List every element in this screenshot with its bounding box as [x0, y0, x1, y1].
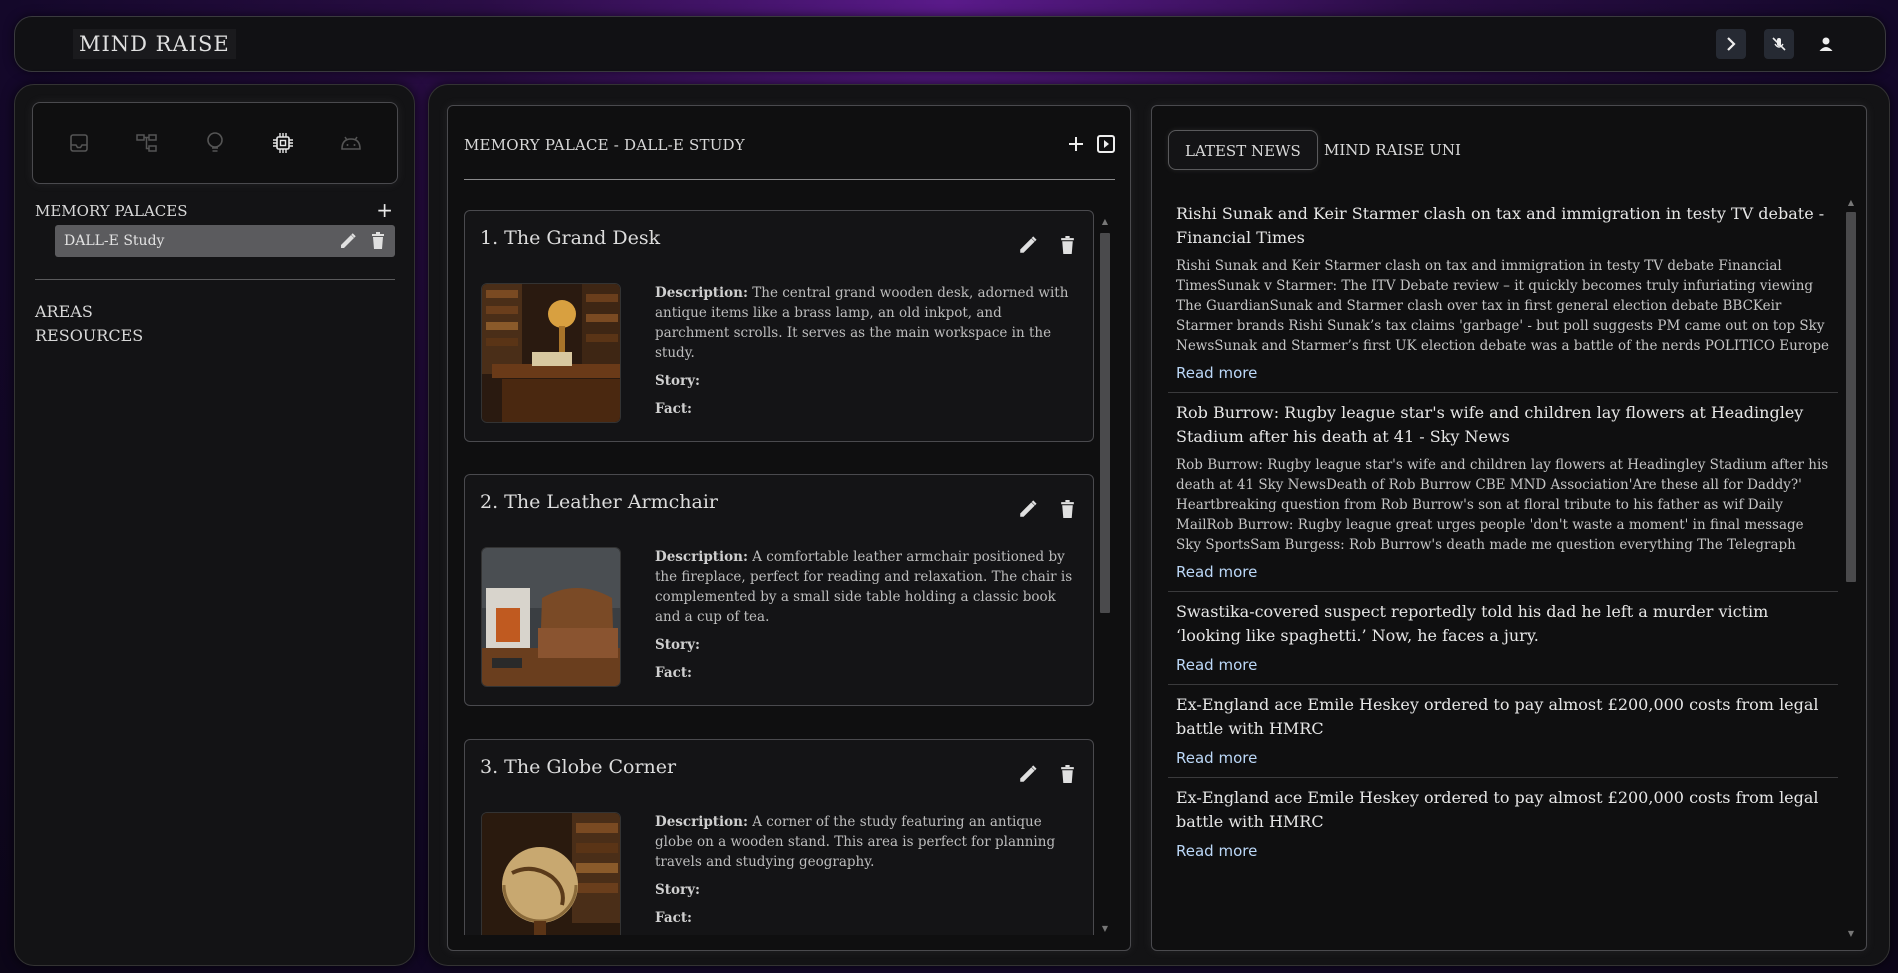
news-panel: LATEST NEWS MIND RAISE UNI Rishi Sunak a…	[1151, 105, 1867, 951]
news-item: Rishi Sunak and Keir Starmer clash on ta…	[1168, 194, 1838, 393]
tab-latest-news[interactable]: LATEST NEWS	[1168, 130, 1318, 170]
description-label: Description:	[655, 549, 748, 565]
fact-label: Fact:	[655, 910, 693, 926]
sidebar-divider	[35, 279, 395, 280]
locus-image-leather-armchair	[481, 547, 621, 687]
news-desc: Rob Burrow: Rugby league star's wife and…	[1176, 457, 1829, 553]
description-label: Description:	[655, 814, 748, 830]
edit-icon[interactable]	[1018, 235, 1038, 255]
android-icon[interactable]	[338, 130, 364, 156]
news-scrollbar[interactable]: ▲ ▼	[1844, 198, 1856, 938]
tab-mind-raise-uni[interactable]: MIND RAISE UNI	[1308, 130, 1477, 170]
locus-details: Description: The central grand wooden de…	[655, 283, 1075, 419]
delete-icon[interactable]	[1060, 764, 1075, 784]
chip-icon[interactable]	[270, 130, 296, 156]
delete-icon[interactable]	[1060, 499, 1075, 519]
locus-image-grand-desk	[481, 283, 621, 423]
news-item: Rob Burrow: Rugby league star's wife and…	[1168, 393, 1838, 592]
add-palace-button[interactable]: +	[376, 198, 393, 222]
news-desc: Rishi Sunak and Keir Starmer clash on ta…	[1176, 258, 1829, 354]
scroll-down-icon[interactable]: ▼	[1100, 924, 1110, 933]
read-more-link[interactable]: Read more	[1176, 656, 1830, 674]
news-item: Ex-England ace Emile Heskey ordered to p…	[1168, 778, 1838, 870]
story-label: Story:	[655, 637, 700, 653]
news-title: Rishi Sunak and Keir Starmer clash on ta…	[1176, 204, 1825, 247]
memory-palaces-label: MEMORY PALACES	[35, 202, 188, 220]
sidebar-icon-bar	[32, 102, 398, 184]
palace-toolbar	[1068, 134, 1116, 154]
news-title: Ex-England ace Emile Heskey ordered to p…	[1176, 695, 1819, 738]
edit-icon[interactable]	[1018, 764, 1038, 784]
read-more-link[interactable]: Read more	[1176, 842, 1830, 860]
locus-title: 2. The Leather Armchair	[480, 491, 718, 513]
delete-icon[interactable]	[371, 232, 385, 250]
memory-palace-panel: MEMORY PALACE - DALL-E STUDY 1. The Gran…	[447, 105, 1131, 951]
news-item: Ex-England ace Emile Heskey ordered to p…	[1168, 685, 1838, 778]
sidebar-item-resources[interactable]: RESOURCES	[35, 326, 143, 345]
fact-label: Fact:	[655, 665, 693, 681]
palace-divider	[464, 179, 1115, 180]
read-more-link[interactable]: Read more	[1176, 563, 1830, 581]
scroll-up-icon[interactable]: ▲	[1100, 217, 1110, 226]
inbox-icon[interactable]	[66, 130, 92, 156]
palace-title: MEMORY PALACE - DALL-E STUDY	[464, 136, 745, 154]
scroll-thumb[interactable]	[1100, 233, 1110, 613]
sidebar-item-areas[interactable]: AREAS	[35, 302, 93, 321]
user-icon[interactable]	[1811, 29, 1841, 59]
locus-card: 1. The Grand Desk Description: The centr…	[464, 210, 1094, 442]
edit-icon[interactable]	[339, 232, 357, 250]
locus-details: Description: A corner of the study featu…	[655, 812, 1075, 928]
chevron-right-icon[interactable]	[1716, 29, 1746, 59]
locus-card: 3. The Globe Corner Description: A corne…	[464, 739, 1094, 935]
tree-icon[interactable]	[134, 130, 160, 156]
scroll-down-icon[interactable]: ▼	[1846, 929, 1856, 938]
play-box-icon[interactable]	[1096, 134, 1116, 154]
scroll-up-icon[interactable]: ▲	[1846, 198, 1856, 207]
main-area: MEMORY PALACE - DALL-E STUDY 1. The Gran…	[428, 84, 1890, 966]
read-more-link[interactable]: Read more	[1176, 364, 1830, 382]
news-item: Swastika-covered suspect reportedly told…	[1168, 592, 1838, 685]
bulb-icon[interactable]	[202, 130, 228, 156]
scroll-thumb[interactable]	[1846, 212, 1856, 582]
sidebar: MEMORY PALACES + DALL-E Study AREAS RESO…	[14, 84, 415, 966]
description-label: Description:	[655, 285, 748, 301]
edit-icon[interactable]	[1018, 499, 1038, 519]
news-title: Rob Burrow: Rugby league star's wife and…	[1176, 403, 1804, 446]
mic-off-icon[interactable]	[1764, 29, 1794, 59]
loci-scrollbar[interactable]: ▲ ▼	[1098, 217, 1110, 933]
fact-label: Fact:	[655, 401, 693, 417]
add-locus-button[interactable]	[1068, 136, 1084, 152]
locus-details: Description: A comfortable leather armch…	[655, 547, 1075, 683]
news-list: Rishi Sunak and Keir Starmer clash on ta…	[1168, 194, 1838, 942]
story-label: Story:	[655, 882, 700, 898]
delete-icon[interactable]	[1060, 235, 1075, 255]
story-label: Story:	[655, 373, 700, 389]
news-title: Ex-England ace Emile Heskey ordered to p…	[1176, 788, 1819, 831]
news-title: Swastika-covered suspect reportedly told…	[1176, 602, 1769, 645]
brand-logo[interactable]: MIND RAISE	[73, 29, 236, 59]
locus-title: 1. The Grand Desk	[480, 227, 661, 249]
sidebar-item-dall-e-study[interactable]: DALL-E Study	[55, 225, 395, 257]
loci-list: 1. The Grand Desk Description: The centr…	[464, 210, 1094, 935]
locus-image-globe-corner	[481, 812, 621, 935]
top-bar: MIND RAISE	[14, 16, 1886, 72]
read-more-link[interactable]: Read more	[1176, 749, 1830, 767]
locus-card: 2. The Leather Armchair Description: A c…	[464, 474, 1094, 706]
palace-label: DALL-E Study	[64, 233, 165, 249]
memory-palaces-header: MEMORY PALACES +	[35, 198, 395, 222]
locus-title: 3. The Globe Corner	[480, 756, 677, 778]
